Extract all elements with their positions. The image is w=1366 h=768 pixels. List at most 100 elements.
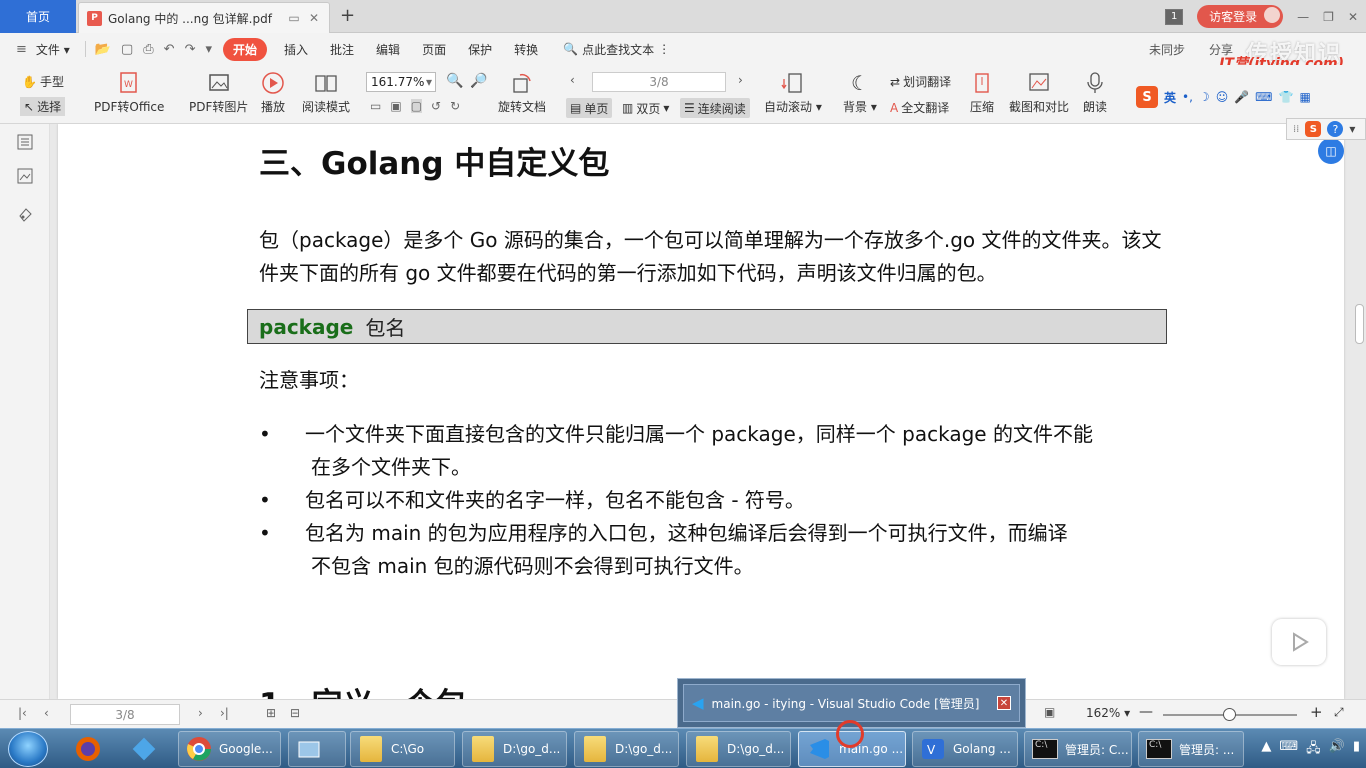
menu-chevron-icon[interactable]: ▾ xyxy=(1349,122,1355,136)
taskbar-item-cmd-2[interactable]: C:\ 管理员: ... xyxy=(1138,731,1244,767)
taskbar-item-chrome[interactable]: Google... xyxy=(178,731,281,767)
fit-view-icon[interactable]: ▣ xyxy=(1044,705,1055,719)
tab-document[interactable]: P Golang 中的 ...ng 包详解.pdf ▭ ✕ xyxy=(78,2,330,33)
menu-page[interactable]: 页面 xyxy=(411,41,457,58)
pdf-to-image-button[interactable]: PDF转图片 xyxy=(189,65,248,115)
fit-page-icon[interactable]: ▭ xyxy=(370,99,381,113)
undo-icon[interactable]: ↶ xyxy=(159,42,180,57)
next-page-icon[interactable]: › xyxy=(738,73,743,87)
tray-expand-icon[interactable]: ▲ xyxy=(1261,739,1271,761)
select-tool-button[interactable]: ↖ 选择 xyxy=(20,97,66,116)
voice-icon[interactable]: 🎤 xyxy=(1234,90,1249,104)
restore-icon[interactable]: ❐ xyxy=(1323,10,1334,24)
git-icon[interactable] xyxy=(130,735,158,763)
first-page-icon[interactable]: |‹ xyxy=(18,706,27,720)
status-page-input[interactable]: 3/8 xyxy=(70,704,180,725)
emoji-icon[interactable]: ☺ xyxy=(1216,90,1229,104)
taskbar-item-folder-go-d1[interactable]: D:\go_d... xyxy=(462,731,567,767)
actual-size-icon[interactable]: ▢ xyxy=(410,99,423,113)
sync-status[interactable]: 未同步 xyxy=(1138,41,1196,58)
outline-icon[interactable] xyxy=(17,134,33,150)
read-aloud-button[interactable]: 朗读 xyxy=(1083,65,1107,115)
keyboard-icon[interactable]: ⌨ xyxy=(1255,90,1272,104)
sogou-ime-icon[interactable]: S xyxy=(1136,86,1158,108)
word-translate-button[interactable]: ⇄ 划词翻译 xyxy=(890,73,951,90)
network-icon[interactable]: 🖧 xyxy=(1306,739,1321,761)
login-button[interactable]: 访客登录 xyxy=(1197,5,1284,28)
floating-tool-icon[interactable]: ◫ xyxy=(1318,138,1344,164)
save-icon[interactable]: ▢ xyxy=(116,42,138,57)
last-page-icon[interactable]: ›| xyxy=(220,706,229,720)
menu-start[interactable]: 开始 xyxy=(223,37,268,61)
zoom-out-button[interactable]: — xyxy=(1139,704,1153,720)
skin-icon[interactable]: 👕 xyxy=(1278,90,1293,104)
rotate-doc-button[interactable]: 旋转文档 xyxy=(498,65,546,115)
background-button[interactable]: ☾ 背景 ▾ xyxy=(843,65,877,115)
quick-access-chevron-icon[interactable]: ▾ xyxy=(200,42,217,57)
single-page-button[interactable]: ▤ 单页 xyxy=(566,98,613,118)
zoom-in-icon[interactable]: 🔎 xyxy=(470,73,487,89)
menu-convert[interactable]: 转换 xyxy=(503,41,549,58)
bookmark-icon[interactable] xyxy=(17,206,33,222)
zoom-in-button[interactable]: + xyxy=(1310,703,1323,721)
next-page-icon[interactable]: › xyxy=(198,706,203,720)
video-play-button[interactable] xyxy=(1272,619,1326,665)
window-count-badge[interactable]: 1 xyxy=(1165,8,1184,25)
toolbox-icon[interactable]: ▦ xyxy=(1299,90,1310,104)
volume-icon[interactable]: 🔊 xyxy=(1329,739,1345,761)
page-number-input[interactable]: 3/8 xyxy=(592,72,726,92)
double-page-button[interactable]: ▥ 双页 ▾ xyxy=(618,98,673,118)
menu-edit[interactable]: 编辑 xyxy=(365,41,411,58)
punctuation-icon[interactable]: •, xyxy=(1182,90,1193,104)
print-icon[interactable]: ⎙ xyxy=(138,42,158,57)
zoom-slider-knob[interactable] xyxy=(1222,708,1236,721)
taskbar-item-window[interactable] xyxy=(288,731,346,767)
open-icon[interactable]: 📂 xyxy=(90,42,116,57)
rotate-right-icon[interactable]: ↻ xyxy=(450,99,460,113)
continuous-read-button[interactable]: ☰ 连续阅读 xyxy=(680,98,750,118)
menu-annotate[interactable]: 批注 xyxy=(319,41,365,58)
thumbnail-icon[interactable] xyxy=(17,168,33,184)
taskbar-item-golang-pdf[interactable]: V Golang ... xyxy=(912,731,1018,767)
read-mode-button[interactable]: 阅读模式 xyxy=(302,65,350,115)
taskbar-item-folder-go[interactable]: C:\Go xyxy=(350,731,455,767)
screenshot-compare-button[interactable]: 截图和对比 xyxy=(1009,65,1069,115)
ime-lang[interactable]: 英 xyxy=(1164,89,1176,106)
redo-icon[interactable]: ↷ xyxy=(180,42,201,57)
find-text-button[interactable]: 🔍 点此查找文本 ⋮ xyxy=(549,41,670,58)
compress-button[interactable]: 压缩 xyxy=(970,65,994,115)
tooltip-close-icon[interactable]: ✕ xyxy=(997,696,1011,710)
status-zoom[interactable]: 162% ▾ xyxy=(1086,706,1130,720)
taskbar-item-folder-go-d3[interactable]: D:\go_d... xyxy=(686,731,791,767)
fullscreen-icon[interactable]: ⤢ xyxy=(1334,705,1344,720)
tab-close-icon[interactable]: ✕ xyxy=(307,11,321,25)
tab-home[interactable]: 首页 xyxy=(0,0,76,33)
new-tab-button[interactable]: + xyxy=(340,5,355,26)
vertical-scrollbar-thumb[interactable] xyxy=(1355,304,1364,344)
taskbar-item-cmd-1[interactable]: C:\ 管理员: C... xyxy=(1024,731,1132,767)
hamburger-icon[interactable]: ≡ xyxy=(0,42,32,57)
play-button[interactable]: 播放 xyxy=(261,65,285,115)
menu-protect[interactable]: 保护 xyxy=(457,41,503,58)
pdf-to-office-button[interactable]: W PDF转Office xyxy=(94,65,164,115)
document-viewport[interactable]: 三、Golang 中自定义包 包（package）是多个 Go 源码的集合，一个… xyxy=(50,124,1366,699)
menu-file[interactable]: 文件 ▾ xyxy=(32,41,81,58)
show-desktop-icon[interactable]: ▮ xyxy=(1353,739,1360,761)
firefox-icon[interactable] xyxy=(74,735,102,763)
prev-page-icon[interactable]: ‹ xyxy=(570,73,575,87)
tab-restore-icon[interactable]: ▭ xyxy=(287,11,301,25)
fit-width-icon[interactable]: ▣ xyxy=(390,99,401,113)
zoom-select[interactable]: 161.77% ▾ xyxy=(366,72,436,92)
start-button[interactable] xyxy=(8,731,48,767)
help-icon[interactable]: ? xyxy=(1327,121,1344,137)
taskbar-item-folder-go-d2[interactable]: D:\go_d... xyxy=(574,731,679,767)
half-width-icon[interactable]: ☽ xyxy=(1199,90,1210,104)
minimize-icon[interactable]: — xyxy=(1297,10,1309,24)
rotate-left-icon[interactable]: ↺ xyxy=(431,99,441,113)
insert-page-icon[interactable]: ⊞ xyxy=(266,706,276,720)
sogou-ime-icon[interactable]: S xyxy=(1305,121,1322,137)
hand-tool-button[interactable]: ✋ 手型 xyxy=(22,73,64,90)
close-window-icon[interactable]: ✕ xyxy=(1348,10,1358,24)
prev-page-icon[interactable]: ‹ xyxy=(44,706,49,720)
zoom-out-icon[interactable]: 🔍 xyxy=(446,73,463,89)
